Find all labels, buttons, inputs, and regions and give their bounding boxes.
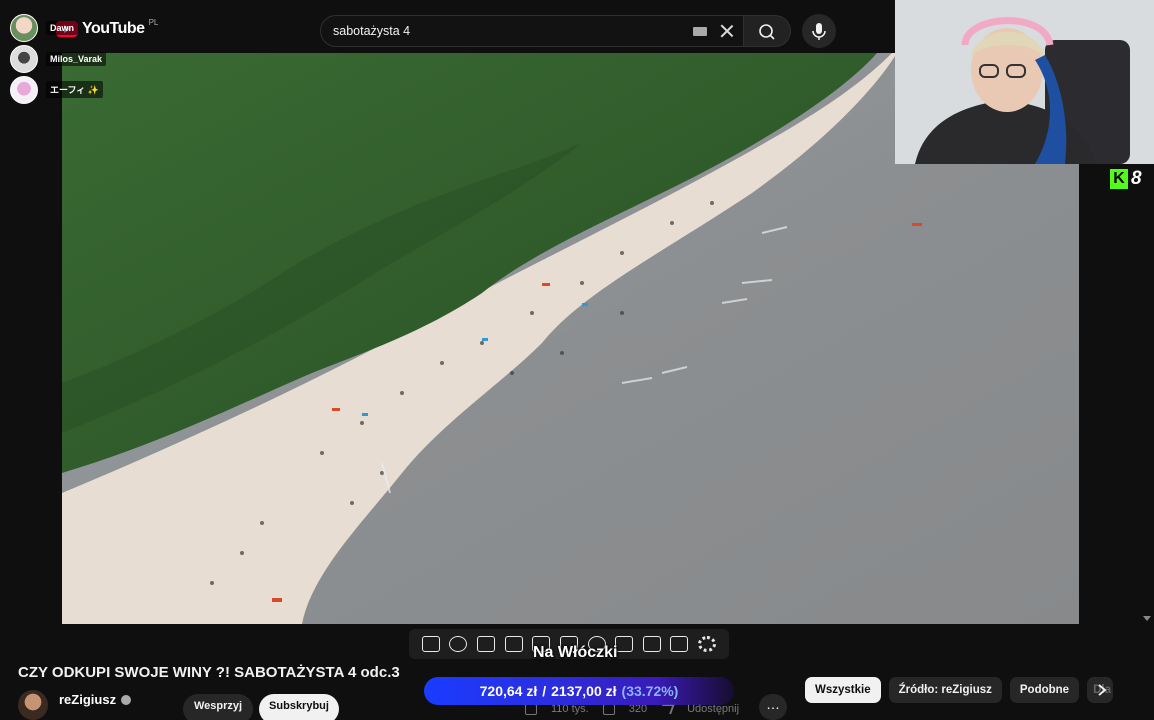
- camera-icon[interactable]: [642, 636, 661, 652]
- chat-username: Milos_Varak: [46, 51, 107, 66]
- gear-icon[interactable]: [698, 636, 717, 652]
- screen: YouTube PL sabotażysta 4 Dawn Milos_Vara…: [0, 0, 1154, 720]
- related-filter-chips: Wszystkie Źródło: reZigiusz Podobne Dla: [805, 677, 1114, 703]
- donation-current: 720,64 zł: [479, 683, 538, 699]
- search-query[interactable]: sabotażysta 4: [333, 24, 693, 38]
- verified-icon: [121, 694, 132, 705]
- chat-username: Dawn: [46, 20, 79, 35]
- audio-icon[interactable]: [449, 636, 468, 652]
- chevron-right-icon[interactable]: [1096, 683, 1108, 697]
- avatar: [10, 75, 38, 104]
- channel-name[interactable]: reZigiusz: [59, 692, 132, 707]
- search-input[interactable]: sabotażysta 4: [320, 15, 744, 47]
- webcam-image: [895, 0, 1154, 164]
- keyboard-icon[interactable]: [693, 26, 707, 36]
- like-icon[interactable]: [525, 703, 537, 715]
- share-icon[interactable]: [659, 704, 675, 714]
- loop-icon[interactable]: [421, 636, 440, 652]
- more-actions-button[interactable]: …: [759, 694, 787, 720]
- donation-goal-bar: 720,64 zł / 2137,00 zł (33.72%): [424, 677, 734, 705]
- avatar: [10, 44, 38, 73]
- kick-logo-icon: K: [1110, 169, 1128, 189]
- dislike-icon[interactable]: [602, 703, 615, 715]
- support-button[interactable]: Wesprzyj: [183, 694, 253, 720]
- region-code: PL: [148, 17, 159, 27]
- donation-goal: 2137,00 zł: [551, 683, 617, 699]
- add-frame-icon[interactable]: [615, 636, 634, 652]
- clear-search-icon[interactable]: [719, 23, 735, 39]
- voice-search-button[interactable]: [802, 14, 836, 48]
- streamer-webcam: [895, 0, 1154, 164]
- donation-percent: (33.72%): [621, 683, 679, 699]
- chip-related[interactable]: Podobne: [1009, 677, 1080, 703]
- channel-avatar[interactable]: [18, 690, 48, 720]
- clapperboard-icon[interactable]: [504, 636, 523, 652]
- scroll-down-icon[interactable]: [1143, 616, 1151, 621]
- search-button[interactable]: [743, 15, 791, 47]
- chat-overlay: Dawn Milos_Varak エーフィ ✨: [10, 12, 140, 105]
- chip-source[interactable]: Źródło: reZigiusz: [888, 677, 1002, 703]
- chat-message: エーフィ ✨: [10, 74, 140, 105]
- chip-all[interactable]: Wszystkie: [805, 677, 881, 703]
- donation-separator: /: [542, 683, 547, 699]
- channel-name-text[interactable]: reZigiusz: [59, 692, 116, 707]
- overlay-caption: Na Włóczki: [533, 644, 618, 661]
- subscribe-button[interactable]: Subskrybuj: [259, 694, 339, 720]
- eye-icon[interactable]: [477, 636, 496, 652]
- chat-message: Milos_Varak: [10, 43, 140, 74]
- microphone-icon: [812, 23, 826, 40]
- kick-viewer-count: 8: [1131, 168, 1142, 189]
- search-icon: [759, 24, 775, 40]
- chat-message: Dawn: [10, 12, 140, 43]
- keyboard-icon[interactable]: [670, 636, 689, 652]
- video-title: CZY ODKUPI SWOJE WINY ?! SABOTAŻYSTA 4 o…: [18, 664, 400, 681]
- kick-viewer-badge: K 8: [1110, 167, 1150, 191]
- avatar: [10, 13, 38, 42]
- chat-username: エーフィ ✨: [46, 81, 103, 98]
